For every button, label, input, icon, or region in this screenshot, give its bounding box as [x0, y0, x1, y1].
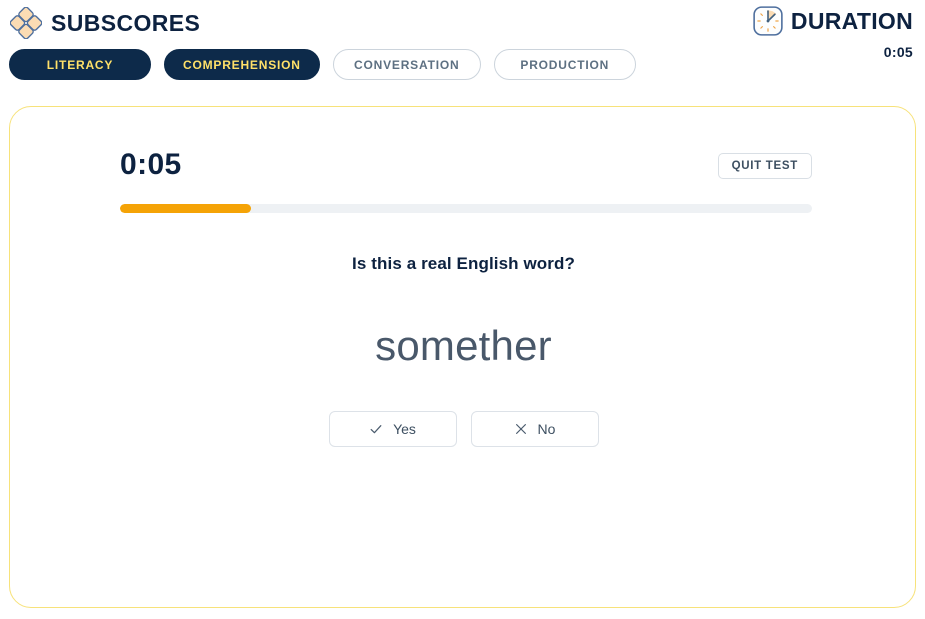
tab-production[interactable]: PRODUCTION: [493, 49, 636, 80]
brand: SUBSCORES: [10, 7, 200, 39]
stopwatch-icon: [753, 6, 783, 36]
test-timer: 0:05: [120, 148, 182, 181]
app-header: SUBSCORES DURATION 0:05: [0, 0, 925, 96]
answer-yes-button[interactable]: Yes: [328, 411, 457, 447]
answer-no-button[interactable]: No: [470, 411, 599, 447]
subscore-tabs: LITERACY COMPREHENSION CONVERSATION PROD…: [9, 49, 636, 80]
cross-icon: [514, 422, 528, 436]
tab-conversation[interactable]: CONVERSATION: [332, 49, 481, 80]
tab-comprehension[interactable]: COMPREHENSION: [164, 49, 320, 80]
progress-bar-fill: [120, 204, 252, 213]
duration-value: 0:05: [883, 44, 913, 60]
check-icon: [369, 422, 383, 436]
page-title: SUBSCORES: [51, 9, 201, 36]
answer-yes-label: Yes: [393, 421, 416, 437]
progress-bar: [120, 204, 812, 213]
card-top-row: 0:05 QUIT TEST: [120, 147, 812, 191]
prompt-word: somether: [375, 322, 552, 369]
diamond-lattice-logo-icon: [10, 7, 42, 39]
answer-no-label: No: [537, 421, 556, 437]
test-card: 0:05 QUIT TEST Is this a real English wo…: [9, 106, 916, 608]
question-text: Is this a real English word?: [352, 254, 575, 273]
tab-literacy[interactable]: LITERACY: [9, 49, 151, 80]
answer-buttons: Yes No: [10, 411, 917, 447]
quit-test-button[interactable]: QUIT TEST: [717, 153, 812, 179]
duration-block: DURATION 0:05: [753, 6, 913, 60]
duration-label: DURATION: [790, 7, 913, 34]
